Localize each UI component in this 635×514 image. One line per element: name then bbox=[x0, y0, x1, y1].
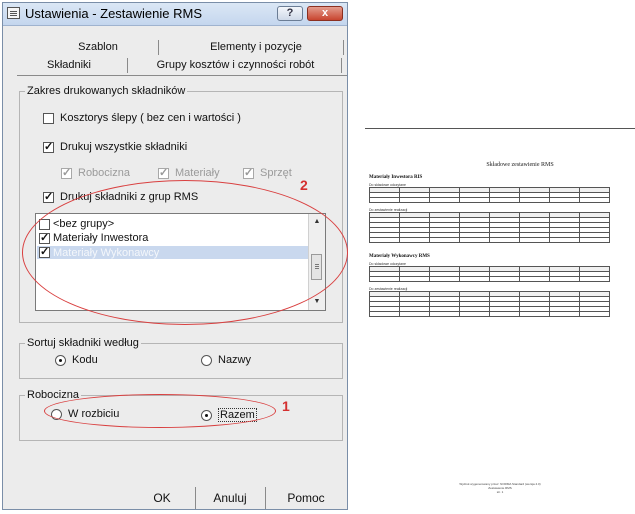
annotation-number-2: 2 bbox=[300, 177, 308, 193]
labor-total-radio[interactable] bbox=[201, 409, 212, 421]
rms-group-list[interactable]: <bez grupy> Materiały Inwestora Materiał… bbox=[35, 213, 326, 311]
list-item-label: Materiały Wykonawcy bbox=[53, 246, 160, 259]
title-bar: Ustawienia - Zestawienie RMS ? x bbox=[3, 3, 347, 26]
print-rms-groups-row[interactable]: Drukuj składniki z grup RMS bbox=[43, 190, 199, 203]
tab-separator bbox=[127, 58, 128, 73]
button-separator bbox=[265, 487, 266, 509]
materials-sub-row: Materiały bbox=[158, 166, 220, 179]
list-item[interactable]: Materiały Inwestora bbox=[39, 231, 149, 244]
annotation-number-1: 1 bbox=[282, 398, 290, 414]
sort-by-code-row[interactable]: Kodu bbox=[55, 354, 98, 366]
print-rms-groups-checkbox[interactable] bbox=[43, 190, 54, 203]
report-preview-page: Składowe zestawienie RMS Materiały Inwes… bbox=[365, 150, 635, 500]
list-scrollbar[interactable]: ▲ ▼ bbox=[308, 214, 325, 310]
range-group-label: Zakres drukowanych składników bbox=[25, 85, 188, 97]
materials-sub-label: Materiały bbox=[175, 167, 220, 179]
report-section-heading: Materiały Wykonawcy RMS bbox=[369, 254, 430, 259]
equipment-sub-row: Sprzęt bbox=[243, 166, 292, 179]
button-separator bbox=[195, 487, 196, 509]
labor-sub-label: Robocizna bbox=[78, 167, 130, 179]
print-rms-groups-label: Drukuj składniki z grup RMS bbox=[60, 191, 199, 203]
list-item-checkbox[interactable] bbox=[39, 218, 50, 230]
blind-estimate-label: Kosztorys ślepy ( bez cen i wartości ) bbox=[60, 112, 241, 124]
list-item-label: <bez grupy> bbox=[53, 218, 115, 230]
report-table bbox=[369, 187, 610, 203]
labor-split-label: W rozbiciu bbox=[68, 408, 120, 420]
equipment-sub-checkbox bbox=[243, 166, 254, 179]
list-item-checkbox[interactable] bbox=[39, 231, 50, 244]
blind-estimate-checkbox[interactable] bbox=[43, 112, 54, 124]
labor-total-label: Razem bbox=[218, 408, 257, 422]
list-item-label: Materiały Inwestora bbox=[53, 232, 149, 244]
tab-separator bbox=[341, 58, 342, 73]
cancel-button[interactable]: Anuluj bbox=[199, 487, 261, 509]
sort-by-name-radio[interactable] bbox=[201, 354, 212, 366]
close-button[interactable]: x bbox=[307, 6, 343, 21]
sort-by-name-label: Nazwy bbox=[218, 354, 252, 366]
list-item-checkbox[interactable] bbox=[39, 245, 50, 258]
blind-estimate-row[interactable]: Kosztorys ślepy ( bez cen i wartości ) bbox=[43, 112, 241, 124]
window-title: Ustawienia - Zestawienie RMS bbox=[25, 6, 203, 21]
scroll-up-icon[interactable]: ▲ bbox=[309, 215, 325, 229]
report-footer: Wydruk wygenerowany przez: NORMA Standar… bbox=[425, 482, 575, 494]
labor-split-radio[interactable] bbox=[51, 408, 62, 420]
settings-dialog: Ustawienia - Zestawienie RMS ? x Szablon… bbox=[2, 2, 348, 510]
help-button[interactable]: Pomoc bbox=[269, 487, 343, 509]
list-item[interactable]: <bez grupy> bbox=[39, 218, 114, 230]
labor-total-row[interactable]: Razem bbox=[201, 408, 257, 422]
tab-grupy-kosztow[interactable]: Grupy kosztów i czynności robót bbox=[133, 57, 338, 73]
tab-szablon[interactable]: Szablon bbox=[43, 39, 153, 55]
report-footer-line: str. 1 bbox=[496, 490, 504, 494]
report-table bbox=[369, 212, 610, 243]
print-all-row[interactable]: Drukuj wszystkie składniki bbox=[43, 140, 188, 153]
tab-skladniki[interactable]: Składniki bbox=[17, 57, 121, 73]
sort-by-code-radio[interactable] bbox=[55, 354, 66, 366]
sort-group-label: Sortuj składniki według bbox=[25, 337, 141, 349]
sort-by-name-row[interactable]: Nazwy bbox=[201, 354, 251, 366]
report-table bbox=[369, 291, 610, 317]
report-table bbox=[369, 266, 610, 282]
labor-split-row[interactable]: W rozbiciu bbox=[51, 408, 119, 420]
labor-sub-checkbox bbox=[61, 166, 72, 179]
sort-by-code-label: Kodu bbox=[72, 354, 98, 366]
labor-sub-row: Robocizna bbox=[61, 166, 130, 179]
labor-group-label: Robocizna bbox=[25, 389, 81, 401]
print-all-label: Drukuj wszystkie składniki bbox=[60, 141, 188, 153]
report-title: Składowe zestawienie RMS bbox=[486, 162, 554, 168]
help-title-button[interactable]: ? bbox=[277, 6, 303, 21]
page-divider bbox=[365, 128, 635, 129]
window-app-icon bbox=[7, 7, 20, 19]
tab-separator bbox=[343, 40, 344, 55]
materials-sub-checkbox bbox=[158, 166, 169, 179]
ok-button[interactable]: OK bbox=[133, 487, 191, 509]
tab-baseline bbox=[17, 75, 347, 76]
tab-separator bbox=[158, 40, 159, 55]
tab-elementy[interactable]: Elementy i pozycje bbox=[171, 39, 341, 55]
equipment-sub-label: Sprzęt bbox=[260, 167, 292, 179]
list-item-selected[interactable]: Materiały Wykonawcy bbox=[37, 245, 308, 259]
scroll-thumb[interactable] bbox=[311, 254, 322, 280]
scroll-down-icon[interactable]: ▼ bbox=[309, 295, 325, 309]
report-section-heading: Materiały Inwestora RIS bbox=[369, 175, 423, 180]
print-all-checkbox[interactable] bbox=[43, 140, 54, 153]
